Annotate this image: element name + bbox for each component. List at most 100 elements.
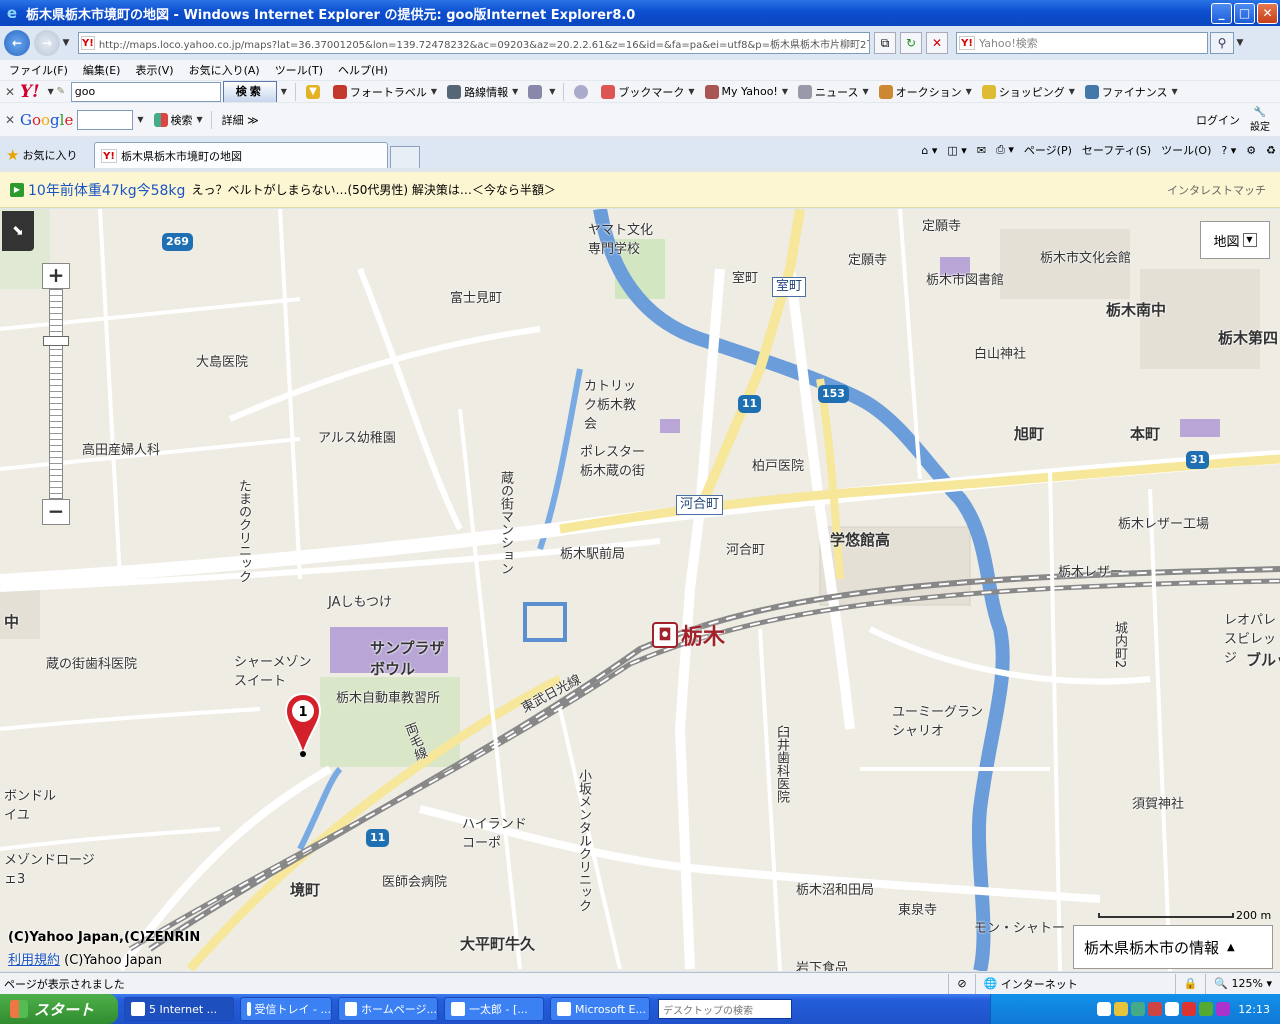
task-ichitaro[interactable]: 一太郎 - [... (444, 997, 544, 1021)
toolbar-close-icon[interactable]: ✕ (0, 85, 20, 99)
stop-icon[interactable]: ✕ (926, 32, 948, 54)
home-icon[interactable]: ⌂ ▾ (921, 144, 937, 157)
zoom-slider-knob[interactable] (43, 336, 69, 346)
close-button[interactable]: ✕ (1257, 2, 1278, 24)
menu-edit[interactable]: 編集(E) (83, 62, 121, 78)
favorites-button[interactable]: ★ お気に入り (0, 142, 94, 168)
google-login-button[interactable]: ログイン (1196, 112, 1240, 128)
ad-text[interactable]: えっ？ベルトがしまらない…(50代男性) 解決策は…＜今なら半額＞ (191, 181, 555, 198)
toolbar-item-shopping[interactable]: ショッピング ▼ (981, 84, 1075, 100)
back-button[interactable]: ← (4, 30, 30, 56)
toolbar-item-star[interactable] (574, 84, 591, 99)
finance-icon (1084, 84, 1099, 99)
task-microsoft[interactable]: Microsoft E... (550, 997, 650, 1021)
zoom-in-button[interactable]: + (42, 263, 70, 289)
google-search-button[interactable]: 検索 ▼ (153, 112, 203, 128)
google-more-button[interactable]: 詳細 ≫ (222, 112, 259, 128)
ad-source[interactable]: インタレストマッチ (1167, 182, 1266, 198)
yahoo-favicon-icon: Y! (81, 36, 95, 50)
toolbar-item-tools[interactable]: ▼ (528, 84, 555, 99)
task-inbox[interactable]: 受信トレイ - ... (240, 997, 332, 1021)
tray-icon[interactable] (1148, 1002, 1163, 1016)
compat-view-icon[interactable]: ⧉ (874, 32, 896, 54)
my-yahoo-icon (704, 84, 719, 99)
map-canvas[interactable]: ⬊ + − 地図 ▼ 269 11 153 31 11 ヤマト文化専門学校 定願寺… (0, 209, 1280, 971)
privacy-icon[interactable]: ⊘ (948, 973, 974, 994)
tray-icon[interactable] (1114, 1002, 1129, 1016)
clock[interactable]: 12:13 (1238, 1003, 1270, 1016)
station-marker[interactable]: ◘ 栃木 (652, 619, 725, 651)
label-shironouchi: 城内町2 (1112, 621, 1127, 669)
map-type-button[interactable]: 地図 ▼ (1200, 221, 1270, 259)
pencil-icon[interactable]: ✎ (54, 85, 68, 99)
translate-icon[interactable]: ♻ (1266, 144, 1276, 157)
page-menu[interactable]: ページ(P) (1024, 142, 1072, 158)
refresh-icon[interactable]: ↻ (900, 32, 922, 54)
shield-button[interactable]: ▼ (305, 84, 323, 99)
menu-tools[interactable]: ツール(T) (275, 62, 323, 78)
route-shield-11: 11 (738, 395, 762, 413)
location-pin-icon[interactable]: 1 (282, 690, 324, 760)
help-icon[interactable]: ? ▾ (1221, 144, 1236, 157)
maximize-button[interactable]: □ (1234, 2, 1255, 24)
history-dropdown-icon[interactable]: ▼ (60, 38, 72, 48)
toolbar-item-myyahoo[interactable]: My Yahoo! ▼ (704, 84, 788, 99)
minimize-button[interactable]: _ (1211, 2, 1232, 24)
toolbar-item-news[interactable]: ニュース ▼ (798, 84, 869, 100)
menu-view[interactable]: 表示(V) (135, 62, 173, 78)
google-search-input[interactable] (77, 109, 134, 130)
task-homepage[interactable]: ホームページ... (338, 997, 438, 1021)
zoom-level[interactable]: 🔍 125% ▾ (1205, 973, 1280, 994)
tray-icon[interactable] (1182, 1002, 1197, 1016)
yahoo-search-button[interactable]: 検索 (222, 80, 277, 103)
tray-icon[interactable] (1097, 1002, 1112, 1016)
search-options-dropdown-icon[interactable]: ▼ (1234, 38, 1246, 48)
google-settings-button[interactable]: 🔧 設定 (1250, 107, 1270, 133)
mail-icon[interactable]: ✉ (977, 144, 986, 157)
tools-menu[interactable]: ツール(O) (1161, 142, 1211, 158)
start-button[interactable]: スタート (0, 994, 118, 1024)
mail-task-icon (247, 1002, 251, 1016)
label-kura-mansion: 蔵の街マンション (498, 471, 513, 575)
map-base-layer (0, 209, 1280, 971)
tray-icon[interactable] (1216, 1002, 1231, 1016)
chevron-down-icon: ▼ (781, 87, 788, 96)
tray-icon[interactable] (1165, 1002, 1180, 1016)
toolbar-item-bookmark[interactable]: ブックマーク ▼ (601, 84, 695, 100)
search-dropdown-icon[interactable]: ▼ (281, 87, 287, 96)
tray-icon[interactable] (1131, 1002, 1146, 1016)
new-tab-button[interactable] (390, 146, 420, 168)
search-input[interactable]: Y! Yahoo!検索 (956, 32, 1208, 54)
ad-link[interactable]: 10年前体重47kg今58kg (28, 180, 185, 200)
menu-help[interactable]: ヘルプ(H) (338, 62, 388, 78)
tray-icon[interactable] (1199, 1002, 1214, 1016)
toolbar-item-auction[interactable]: オークション ▼ (878, 84, 972, 100)
research-icon[interactable]: ⚙ (1246, 144, 1256, 157)
print-icon[interactable]: ⎙ ▾ (996, 143, 1014, 157)
toolbar-item-fortravel[interactable]: フォートラベル ▼ (332, 84, 437, 100)
yahoo-toolbar-query[interactable]: goo (70, 81, 221, 102)
toolbar-close-icon[interactable]: ✕ (0, 113, 20, 127)
desktop-search-input[interactable]: デスクトップの検索 (658, 999, 792, 1019)
terms-link[interactable]: 利用規約 (8, 953, 60, 968)
forward-button[interactable]: → (34, 30, 60, 56)
address-bar[interactable]: Y! http://maps.loco.yahoo.co.jp/maps?lat… (78, 32, 870, 54)
toolbar-item-route[interactable]: 路線情報 ▼ (447, 84, 518, 100)
zoom-out-button[interactable]: − (42, 499, 70, 525)
menu-favorites[interactable]: お気に入り(A) (189, 62, 260, 78)
search-go-button[interactable]: ⚲ (1210, 32, 1234, 54)
feeds-icon[interactable]: ◫ ▾ (947, 144, 966, 157)
safety-menu[interactable]: セーフティ(S) (1082, 142, 1151, 158)
google-dropdown-icon[interactable]: ▼ (137, 115, 143, 124)
yahoo-logo[interactable]: Y! (20, 82, 40, 102)
toolbar-item-finance[interactable]: ファイナンス ▼ (1084, 84, 1178, 100)
menu-file[interactable]: ファイル(F) (9, 62, 68, 78)
city-info-button[interactable]: 栃木県栃木市の情報 ▲ (1073, 925, 1273, 969)
tab-map[interactable]: Y! 栃木県栃木市境町の地図 (94, 142, 388, 168)
yahoo-menu-dropdown-icon[interactable]: ▼ (48, 87, 54, 96)
task-internet-explorer[interactable]: 5 Internet ... (124, 997, 234, 1021)
expand-map-button[interactable]: ⬊ (2, 211, 34, 251)
address-row: ← → ▼ Y! http://maps.loco.yahoo.co.jp/ma… (0, 26, 1280, 60)
zoom-slider[interactable] (43, 289, 69, 499)
tools-icon (528, 84, 543, 99)
